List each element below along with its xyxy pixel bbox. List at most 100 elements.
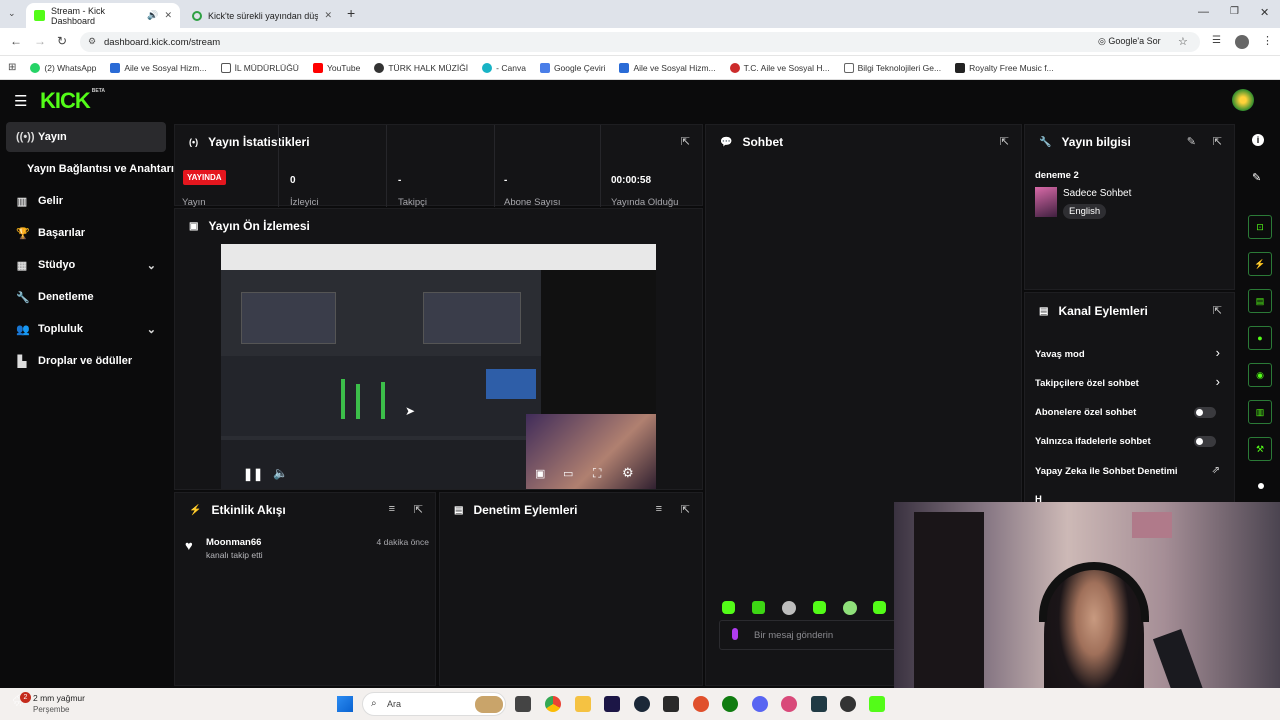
broadcast-icon[interactable]: ◉ xyxy=(1248,363,1272,387)
microphone-icon[interactable] xyxy=(732,628,738,640)
stream-preview-video[interactable]: ➤ ❚❚ 🔈 ▣ ▭ ⛶ ⚙ xyxy=(221,244,656,489)
more-menu-icon[interactable]: ⋮ xyxy=(1262,34,1273,47)
emote-icon[interactable] xyxy=(722,601,735,614)
kick-logo[interactable]: KICK BETA xyxy=(40,88,105,114)
emote-icon[interactable] xyxy=(782,601,796,615)
bookmark-item[interactable]: T.C. Aile ve Sosyal H... xyxy=(729,62,830,73)
close-icon[interactable]: ✕ xyxy=(164,10,172,21)
document-icon[interactable]: ▤ xyxy=(1248,289,1272,313)
steam-icon[interactable] xyxy=(634,696,650,712)
expand-icon[interactable]: ⇱ xyxy=(1000,135,1009,148)
hamburger-menu-icon[interactable]: ☰ xyxy=(14,92,27,110)
apps-icon[interactable]: ⊞ xyxy=(8,62,16,73)
bookmark-item[interactable]: TÜRK HALK MÜZİĞİ xyxy=(374,62,468,73)
wrench-icon[interactable]: ⚒ xyxy=(1248,437,1272,461)
premiere-icon[interactable] xyxy=(604,696,620,712)
subscribers-only-toggle[interactable] xyxy=(1194,407,1216,418)
filter-icon[interactable]: ≡ xyxy=(389,503,395,515)
tab-kick-dashboard[interactable]: Stream - Kick Dashboard 🔊 ✕ xyxy=(26,3,180,28)
activity-user[interactable]: Moonman66 xyxy=(206,537,261,548)
bookmark-item[interactable]: Google Çeviri xyxy=(539,62,605,73)
filter-icon[interactable]: ≡ xyxy=(656,503,662,515)
edit-icon[interactable]: ✎ xyxy=(1252,171,1261,184)
forward-icon[interactable]: → xyxy=(34,34,46,48)
speaker-icon[interactable]: 🔊 xyxy=(147,10,158,21)
window-close-icon[interactable]: ✕ xyxy=(1260,6,1269,19)
bookmark-item[interactable]: Aile ve Sosyal Hizm... xyxy=(110,62,207,73)
chevron-right-icon[interactable]: › xyxy=(1216,345,1220,360)
settings-icon[interactable]: ⚙ xyxy=(622,465,634,481)
close-icon[interactable]: ✕ xyxy=(324,10,332,21)
sidebar-item-topluluk[interactable]: 👥 Topluluk ⌄ xyxy=(6,314,166,344)
action-followers-only[interactable]: Takipçilere özel sohbet xyxy=(1035,378,1139,389)
action-ai-moderation[interactable]: Yapay Zeka ile Sohbet Denetimi xyxy=(1035,466,1178,477)
sidebar-item-droplar[interactable]: ▙ Droplar ve ödüller xyxy=(6,346,166,376)
chat-input[interactable]: Bir mesaj gönderin xyxy=(719,620,909,650)
start-icon[interactable] xyxy=(337,696,353,712)
chevron-right-icon[interactable]: › xyxy=(1216,374,1220,389)
info-icon[interactable]: i xyxy=(1252,134,1264,146)
user-avatar[interactable] xyxy=(1232,89,1254,111)
bolt-icon[interactable]: ⚡ xyxy=(1248,252,1272,276)
expand-icon[interactable]: ⇱ xyxy=(1213,304,1222,317)
sidebar-item-basarilar[interactable]: 🏆 Başarılar xyxy=(6,218,166,248)
bookmark-item[interactable]: Bilgi Teknolojileri Ge... xyxy=(843,62,941,73)
bookmark-item[interactable]: YouTube xyxy=(312,62,360,73)
bookmark-item[interactable]: Royalty Free Music f... xyxy=(955,62,1054,73)
taskbar-search[interactable]: ⌕ Ara xyxy=(362,692,506,716)
fullscreen-icon[interactable]: ⛶ xyxy=(593,466,601,481)
url-field[interactable]: ⚙ dashboard.kick.com/stream ◎ Google'a S… xyxy=(80,32,1200,52)
chat-bubble-icon[interactable]: ● xyxy=(1248,326,1272,350)
app-icon[interactable] xyxy=(781,696,797,712)
action-slow-mode[interactable]: Yavaş mod xyxy=(1035,349,1085,360)
obs-icon[interactable] xyxy=(840,696,856,712)
new-tab-icon[interactable]: + xyxy=(347,5,355,21)
category-name[interactable]: Sadece Sohbet xyxy=(1063,188,1131,199)
sidebar-item-gelir[interactable]: ▥ Gelir xyxy=(6,186,166,216)
sidebar-item-studyo[interactable]: ▦ Stüdyo ⌄ xyxy=(6,250,166,280)
reading-list-icon[interactable]: ☰ xyxy=(1212,35,1221,46)
kick-icon[interactable] xyxy=(869,696,885,712)
theater-icon[interactable]: ▭ xyxy=(563,467,573,480)
epic-games-icon[interactable] xyxy=(663,696,679,712)
external-link-icon[interactable]: ⇗ xyxy=(1212,465,1220,476)
sidebar-item-yayin[interactable]: ((•)) Yayın xyxy=(6,122,166,152)
expand-icon[interactable]: ⇱ xyxy=(1213,135,1222,148)
pip-icon[interactable]: ▣ xyxy=(535,467,545,480)
reload-icon[interactable]: ↻ xyxy=(57,34,67,48)
emote-only-toggle[interactable] xyxy=(1194,436,1216,447)
sidebar-item-denetleme[interactable]: 🔧 Denetleme xyxy=(6,282,166,312)
profile-avatar[interactable] xyxy=(1235,35,1249,49)
volume-icon[interactable]: 🔈 xyxy=(273,466,288,480)
google-ask-button[interactable]: ◎ Google'a Sor xyxy=(1098,36,1161,47)
discord-icon[interactable] xyxy=(752,696,768,712)
expand-icon[interactable]: ⇱ xyxy=(681,503,690,516)
bookmark-star-icon[interactable]: ☆ xyxy=(1178,35,1188,48)
browser-icon[interactable] xyxy=(693,696,709,712)
task-view-icon[interactable] xyxy=(515,696,531,712)
edit-icon[interactable]: ✎ xyxy=(1187,135,1196,148)
xbox-icon[interactable] xyxy=(722,696,738,712)
back-icon[interactable]: ← xyxy=(10,34,22,48)
bookmark-item[interactable]: İL MÜDÜRLÜĞÜ xyxy=(220,62,299,73)
emote-icon[interactable] xyxy=(873,601,886,614)
bookmark-item[interactable]: - Canva xyxy=(482,62,526,73)
tab-search-icon[interactable]: ⌄ xyxy=(8,8,16,19)
target-icon[interactable]: ⊡ xyxy=(1248,215,1272,239)
expand-icon[interactable]: ⇱ xyxy=(414,503,423,516)
weather-widget[interactable]: 🌧 2 2 mm yağmur Perşembe xyxy=(10,692,130,716)
pause-icon[interactable]: ❚❚ xyxy=(243,467,263,481)
terminal-icon[interactable] xyxy=(811,696,827,712)
minimize-icon[interactable]: — xyxy=(1198,6,1209,18)
emote-icon[interactable] xyxy=(752,601,765,614)
server-icon[interactable]: ▥ xyxy=(1248,400,1272,424)
emote-icon[interactable] xyxy=(813,601,826,614)
chrome-icon[interactable] xyxy=(545,696,561,712)
emote-icon[interactable] xyxy=(843,601,857,615)
bookmark-item[interactable]: (2) WhatsApp xyxy=(30,62,96,73)
sidebar-item-stream-key[interactable]: Yayın Bağlantısı ve Anahtarı xyxy=(6,154,176,184)
bookmark-item[interactable]: Aile ve Sosyal Hizm... xyxy=(619,62,716,73)
tab-kick-help[interactable]: Kick'te sürekli yayından düşme ✕ xyxy=(184,3,340,28)
restore-icon[interactable]: ❐ xyxy=(1230,6,1239,17)
site-info-icon[interactable]: ⚙ xyxy=(88,36,96,47)
